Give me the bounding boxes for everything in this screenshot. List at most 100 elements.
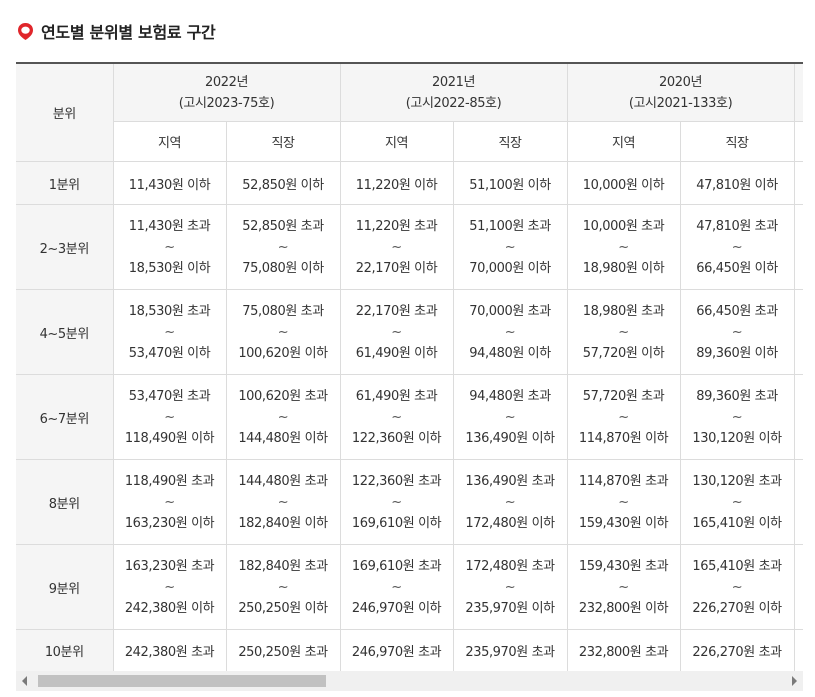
overflow-cell: [793, 459, 803, 545]
range-from: 22,170원 초과: [355, 303, 438, 319]
scrollbar-thumb[interactable]: [38, 675, 326, 687]
range-from: 75,080원 초과: [242, 303, 324, 319]
range-from: 52,850원 초과: [242, 218, 324, 234]
range-from: 66,450원 초과: [696, 303, 778, 319]
range-from: 163,230원 초과: [124, 558, 215, 574]
quantile-label: 10분위: [16, 629, 113, 672]
subheader-workplace: 직장: [679, 121, 795, 162]
premium-cell: 11,220원 이하: [339, 161, 454, 205]
premium-cell: 130,120원 초과 ~165,410원 이하: [679, 459, 795, 545]
range-to: 114,870원 이하: [578, 430, 669, 446]
premium-cell: 94,480원 초과 ~136,490원 이하: [452, 374, 568, 460]
range-from: 11,220원 초과: [355, 218, 438, 234]
premium-cell: 163,230원 초과 ~242,380원 이하: [112, 544, 226, 630]
range-tilde: ~: [277, 324, 289, 340]
premium-cell: 242,380원 초과: [112, 629, 226, 672]
premium-cell: 89,360원 초과 ~130,120원 이하: [679, 374, 795, 460]
range-tilde: ~: [277, 494, 289, 510]
range-from: 10,000원 초과: [582, 218, 665, 234]
range-from: 172,480원 초과: [465, 558, 555, 574]
premium-cell: 52,850원 초과 ~75,080원 이하: [225, 204, 341, 290]
premium-cell: 235,970원 초과: [452, 629, 568, 672]
range-from: 18,530원 초과: [128, 303, 211, 319]
overflow-cell: [793, 544, 803, 630]
range-to: 94,480원 이하: [469, 345, 551, 361]
premium-table-container[interactable]: 분위 2022년 (고시2023-75호) 2021년 (고시2022-85호)…: [16, 62, 803, 692]
range-to: 53,470원 이하: [128, 345, 211, 361]
range-tilde: ~: [504, 579, 516, 595]
premium-cell: 114,870원 초과 ~159,430원 이하: [566, 459, 681, 545]
range-from: 89,360원 초과: [696, 388, 778, 404]
overflow-cell: [793, 204, 803, 290]
table-row: 2~3분위 11,430원 초과 ~18,530원 이하 52,850원 초과 ~75,…: [16, 204, 803, 290]
range-to: 144,480원 이하: [238, 430, 328, 446]
range-tilde: ~: [391, 324, 402, 340]
range-from: 136,490원 초과: [465, 473, 555, 489]
range-from: 61,490원 초과: [355, 388, 438, 404]
premium-cell: 246,970원 초과: [339, 629, 454, 672]
range-from: 11,430원 초과: [128, 218, 211, 234]
premium-cell: 226,270원 초과: [679, 629, 795, 672]
year-header-overflow: [793, 62, 803, 122]
premium-cell: 18,530원 초과 ~53,470원 이하: [112, 289, 226, 375]
range-to: 22,170원 이하: [355, 260, 438, 276]
range-from: 165,410원 초과: [692, 558, 782, 574]
range-to: 163,230원 이하: [124, 515, 215, 531]
premium-cell: 118,490원 초과 ~163,230원 이하: [112, 459, 226, 545]
range-tilde: ~: [504, 239, 516, 255]
table-row: 9분위 163,230원 초과 ~242,380원 이하 182,840원 초과 ~25…: [16, 544, 803, 630]
premium-cell: 182,840원 초과 ~250,250원 이하: [225, 544, 341, 630]
premium-cell: 11,430원 초과 ~18,530원 이하: [112, 204, 226, 290]
range-from: 159,430원 초과: [578, 558, 669, 574]
range-from: 53,470원 초과: [128, 388, 211, 404]
page-title: 연도별 분위별 보험료 구간: [41, 23, 216, 42]
range-from: 94,480원 초과: [469, 388, 551, 404]
premium-cell: 61,490원 초과 ~122,360원 이하: [339, 374, 454, 460]
premium-cell: 136,490원 초과 ~172,480원 이하: [452, 459, 568, 545]
range-tilde: ~: [164, 579, 175, 595]
premium-cell: 10,000원 초과 ~18,980원 이하: [566, 204, 681, 290]
range-to: 61,490원 이하: [355, 345, 438, 361]
range-tilde: ~: [164, 409, 175, 425]
subheader-overflow: [793, 121, 803, 162]
premium-cell: 75,080원 초과 ~100,620원 이하: [225, 289, 341, 375]
range-to: 100,620원 이하: [238, 345, 328, 361]
premium-cell: 51,100원 이하: [452, 161, 568, 205]
range-to: 232,800원 이하: [578, 600, 669, 616]
subheader-region: 지역: [566, 121, 681, 162]
range-to: 57,720원 이하: [582, 345, 665, 361]
premium-cell: 11,430원 이하: [112, 161, 226, 205]
scroll-left-arrow-icon[interactable]: [22, 676, 27, 686]
overflow-cell: [793, 374, 803, 460]
premium-cell: 47,810원 이하: [679, 161, 795, 205]
range-tilde: ~: [277, 579, 289, 595]
subheader-region: 지역: [339, 121, 454, 162]
year-header: 2022년 (고시2023-75호): [112, 62, 341, 122]
range-tilde: ~: [391, 494, 402, 510]
year-label: 2022년: [204, 74, 249, 90]
notice-label: (고시2023-75호): [178, 95, 275, 111]
scroll-right-arrow-icon[interactable]: [792, 676, 797, 686]
year-label: 2020년: [659, 74, 703, 90]
range-to: 172,480원 이하: [465, 515, 555, 531]
range-tilde: ~: [618, 494, 629, 510]
quantile-header: 분위: [16, 62, 113, 162]
range-to: 70,000원 이하: [469, 260, 551, 276]
quantile-label: 1분위: [16, 161, 113, 205]
range-from: 57,720원 초과: [582, 388, 665, 404]
table-row: 1분위 11,430원 이하 52,850원 이하 11,220원 이하 51,100원…: [16, 161, 803, 205]
overflow-cell: [793, 161, 803, 205]
year-header: 2021년 (고시2022-85호): [339, 62, 568, 122]
range-to: 250,250원 이하: [238, 600, 328, 616]
table-row: 4~5분위 18,530원 초과 ~53,470원 이하 75,080원 초과 ~100…: [16, 289, 803, 375]
range-to: 242,380원 이하: [124, 600, 215, 616]
range-tilde: ~: [731, 324, 743, 340]
range-tilde: ~: [504, 409, 516, 425]
horizontal-scrollbar[interactable]: [16, 671, 803, 691]
range-from: 100,620원 초과: [238, 388, 328, 404]
range-tilde: ~: [504, 494, 516, 510]
quantile-label: 9분위: [16, 544, 113, 630]
range-tilde: ~: [731, 409, 743, 425]
range-to: 226,270원 이하: [692, 600, 782, 616]
range-to: 169,610원 이하: [351, 515, 442, 531]
